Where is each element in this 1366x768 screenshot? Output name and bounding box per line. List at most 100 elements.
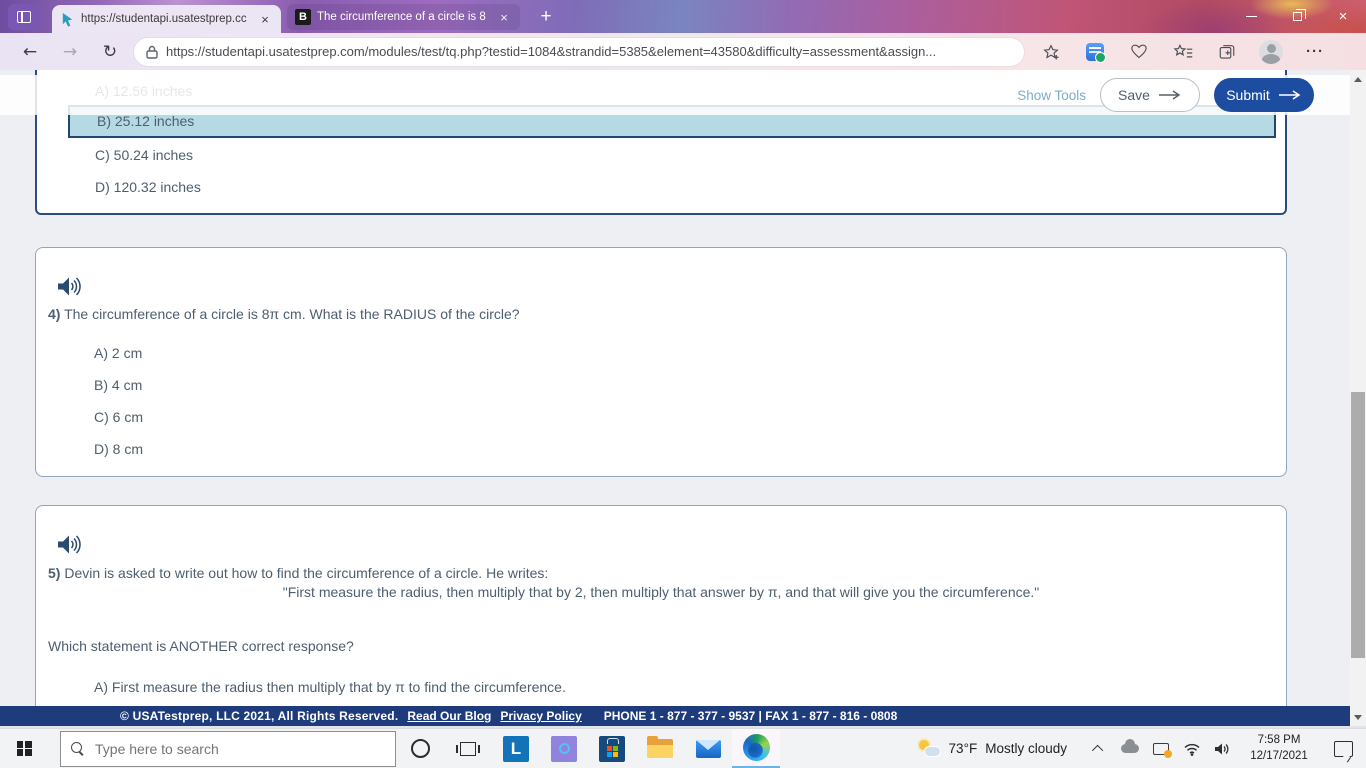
page-scrollbar[interactable]	[1350, 70, 1366, 726]
network-button[interactable]	[1176, 729, 1207, 768]
save-label: Save	[1118, 87, 1150, 103]
edge-button-active[interactable]	[732, 728, 780, 768]
display-notification-button[interactable]	[1145, 729, 1176, 768]
profile-button[interactable]	[1254, 39, 1288, 64]
purple-app-button[interactable]	[540, 729, 588, 768]
favorite-add-button[interactable]	[1034, 43, 1068, 61]
answer-option-b[interactable]: B) 4 cm	[94, 377, 142, 393]
browser-tab-active[interactable]: https://studentapi.usatestprep.cc ×	[52, 5, 281, 33]
browser-essentials-button[interactable]	[1122, 43, 1156, 60]
lock-icon	[146, 45, 158, 59]
action-center-button[interactable]	[1320, 729, 1366, 768]
new-tab-button[interactable]: +	[533, 5, 559, 29]
tab-actions-button[interactable]	[8, 4, 40, 30]
site-footer: © USATestprep, LLC 2021, All Rights Rese…	[0, 706, 1350, 726]
favorites-list-icon	[1173, 44, 1193, 58]
weather-temp: 73°F	[948, 741, 978, 756]
clock-time: 7:58 PM	[1257, 733, 1301, 746]
answer-option-a[interactable]: A) First measure the radius then multipl…	[94, 679, 566, 695]
answer-option-d[interactable]: D) 8 cm	[94, 441, 143, 457]
privacy-link[interactable]: Privacy Policy	[500, 709, 581, 723]
answer-option-c[interactable]: C) 50.24 inches	[95, 147, 193, 163]
scroll-down-button[interactable]	[1350, 710, 1366, 724]
scroll-up-button[interactable]	[1350, 72, 1366, 86]
more-menu-button[interactable]: ···	[1298, 43, 1332, 60]
cortana-icon	[410, 739, 430, 758]
screen: https://studentapi.usatestprep.cc × B Th…	[0, 0, 1366, 768]
quiz-page: A) 12.56 inches B) 25.12 inches C) 50.24…	[0, 70, 1350, 726]
speaker-icon[interactable]	[57, 534, 82, 555]
triangle-down-icon	[1354, 714, 1362, 720]
taskbar-search[interactable]	[60, 730, 396, 767]
tab-title: https://studentapi.usatestprep.cc	[81, 13, 247, 25]
password-monitor-button[interactable]	[1078, 42, 1112, 63]
system-tray: 73°F Mostly cloudy 7:58 PM 12/17/2021	[902, 729, 1366, 768]
l-app-button[interactable]: L	[492, 729, 540, 768]
close-button[interactable]: ×	[1320, 0, 1366, 32]
cortana-button[interactable]	[396, 729, 444, 768]
task-view-button[interactable]	[444, 729, 492, 768]
tray-overflow-button[interactable]	[1083, 729, 1114, 768]
weather-widget[interactable]: 73°F Mostly cloudy	[902, 740, 1083, 757]
question5-card: 5) Devin is asked to write out how to fi…	[35, 505, 1287, 726]
profile-avatar	[1259, 39, 1283, 64]
cloud-icon	[1120, 739, 1139, 753]
submit-button[interactable]: Submit	[1214, 78, 1314, 112]
tab-close-button[interactable]: ×	[257, 12, 273, 27]
minimize-button[interactable]	[1228, 0, 1274, 32]
wifi-icon	[1183, 743, 1200, 756]
clock-widget[interactable]: 7:58 PM 12/17/2021	[1238, 733, 1320, 764]
file-explorer-button[interactable]	[636, 729, 684, 768]
phone-text: PHONE 1 - 877 - 377 - 9537 | FAX 1 - 877…	[603, 709, 898, 723]
show-tools-link[interactable]: Show Tools	[1017, 88, 1086, 103]
scrollbar-thumb[interactable]	[1351, 392, 1365, 658]
blog-link[interactable]: Read Our Blog	[407, 709, 491, 723]
forward-button[interactable]: →	[50, 42, 90, 62]
save-button[interactable]: Save	[1100, 78, 1200, 112]
workspaces-icon	[17, 11, 31, 23]
question-number: 4)	[48, 306, 61, 322]
quiz-toolbar-band: Show Tools Save Submit	[0, 75, 1350, 115]
answer-option-c[interactable]: C) 6 cm	[94, 409, 143, 425]
purple-app-icon	[551, 735, 577, 762]
start-button[interactable]	[0, 729, 48, 768]
address-bar[interactable]: https://studentapi.usatestprep.com/modul…	[134, 37, 1024, 66]
speaker-icon[interactable]	[57, 276, 82, 297]
tab-close-button[interactable]: ×	[496, 10, 512, 25]
browser-tab-inactive[interactable]: B The circumference of a circle is 8 ×	[287, 4, 520, 30]
mail-button[interactable]	[684, 729, 732, 768]
question-text: 5) Devin is asked to write out how to fi…	[48, 565, 549, 581]
l-app-icon: L	[503, 735, 529, 762]
chevron-up-icon	[1091, 744, 1103, 756]
star-add-icon	[1043, 43, 1059, 59]
reload-button[interactable]: ↻	[90, 42, 130, 62]
answer-option-d[interactable]: D) 120.32 inches	[95, 179, 201, 195]
windows-logo-icon	[16, 741, 32, 756]
submit-label: Submit	[1226, 87, 1270, 103]
browser-titlebar: https://studentapi.usatestprep.cc × B Th…	[0, 0, 1366, 33]
password-monitor-icon	[1086, 42, 1106, 63]
store-button[interactable]	[588, 729, 636, 768]
onedrive-button[interactable]	[1114, 729, 1145, 768]
b-favicon-icon: B	[295, 9, 311, 25]
action-center-icon	[1333, 740, 1353, 757]
arrow-right-icon	[1158, 90, 1181, 100]
browser-toolbar: ← → ↻ https://studentapi.usatestprep.com…	[0, 33, 1366, 70]
triangle-up-icon	[1354, 76, 1362, 82]
back-button[interactable]: ←	[10, 42, 50, 62]
restore-icon	[1292, 8, 1306, 21]
question-number: 5)	[48, 565, 61, 581]
folder-icon	[647, 736, 673, 758]
search-input[interactable]	[95, 740, 385, 757]
volume-button[interactable]	[1207, 729, 1238, 768]
collections-button[interactable]	[1210, 43, 1244, 61]
edge-icon	[742, 733, 770, 761]
answer-option-a[interactable]: A) 2 cm	[94, 345, 142, 361]
restore-button[interactable]	[1274, 0, 1320, 32]
microsoft-store-icon	[599, 735, 625, 762]
ellipsis-icon: ···	[1306, 43, 1324, 60]
question-prompt: Which statement is ANOTHER correct respo…	[48, 638, 354, 654]
weather-condition: Mostly cloudy	[985, 741, 1067, 756]
favorites-button[interactable]	[1166, 43, 1200, 60]
tab-title: The circumference of a circle is 8	[317, 11, 486, 23]
